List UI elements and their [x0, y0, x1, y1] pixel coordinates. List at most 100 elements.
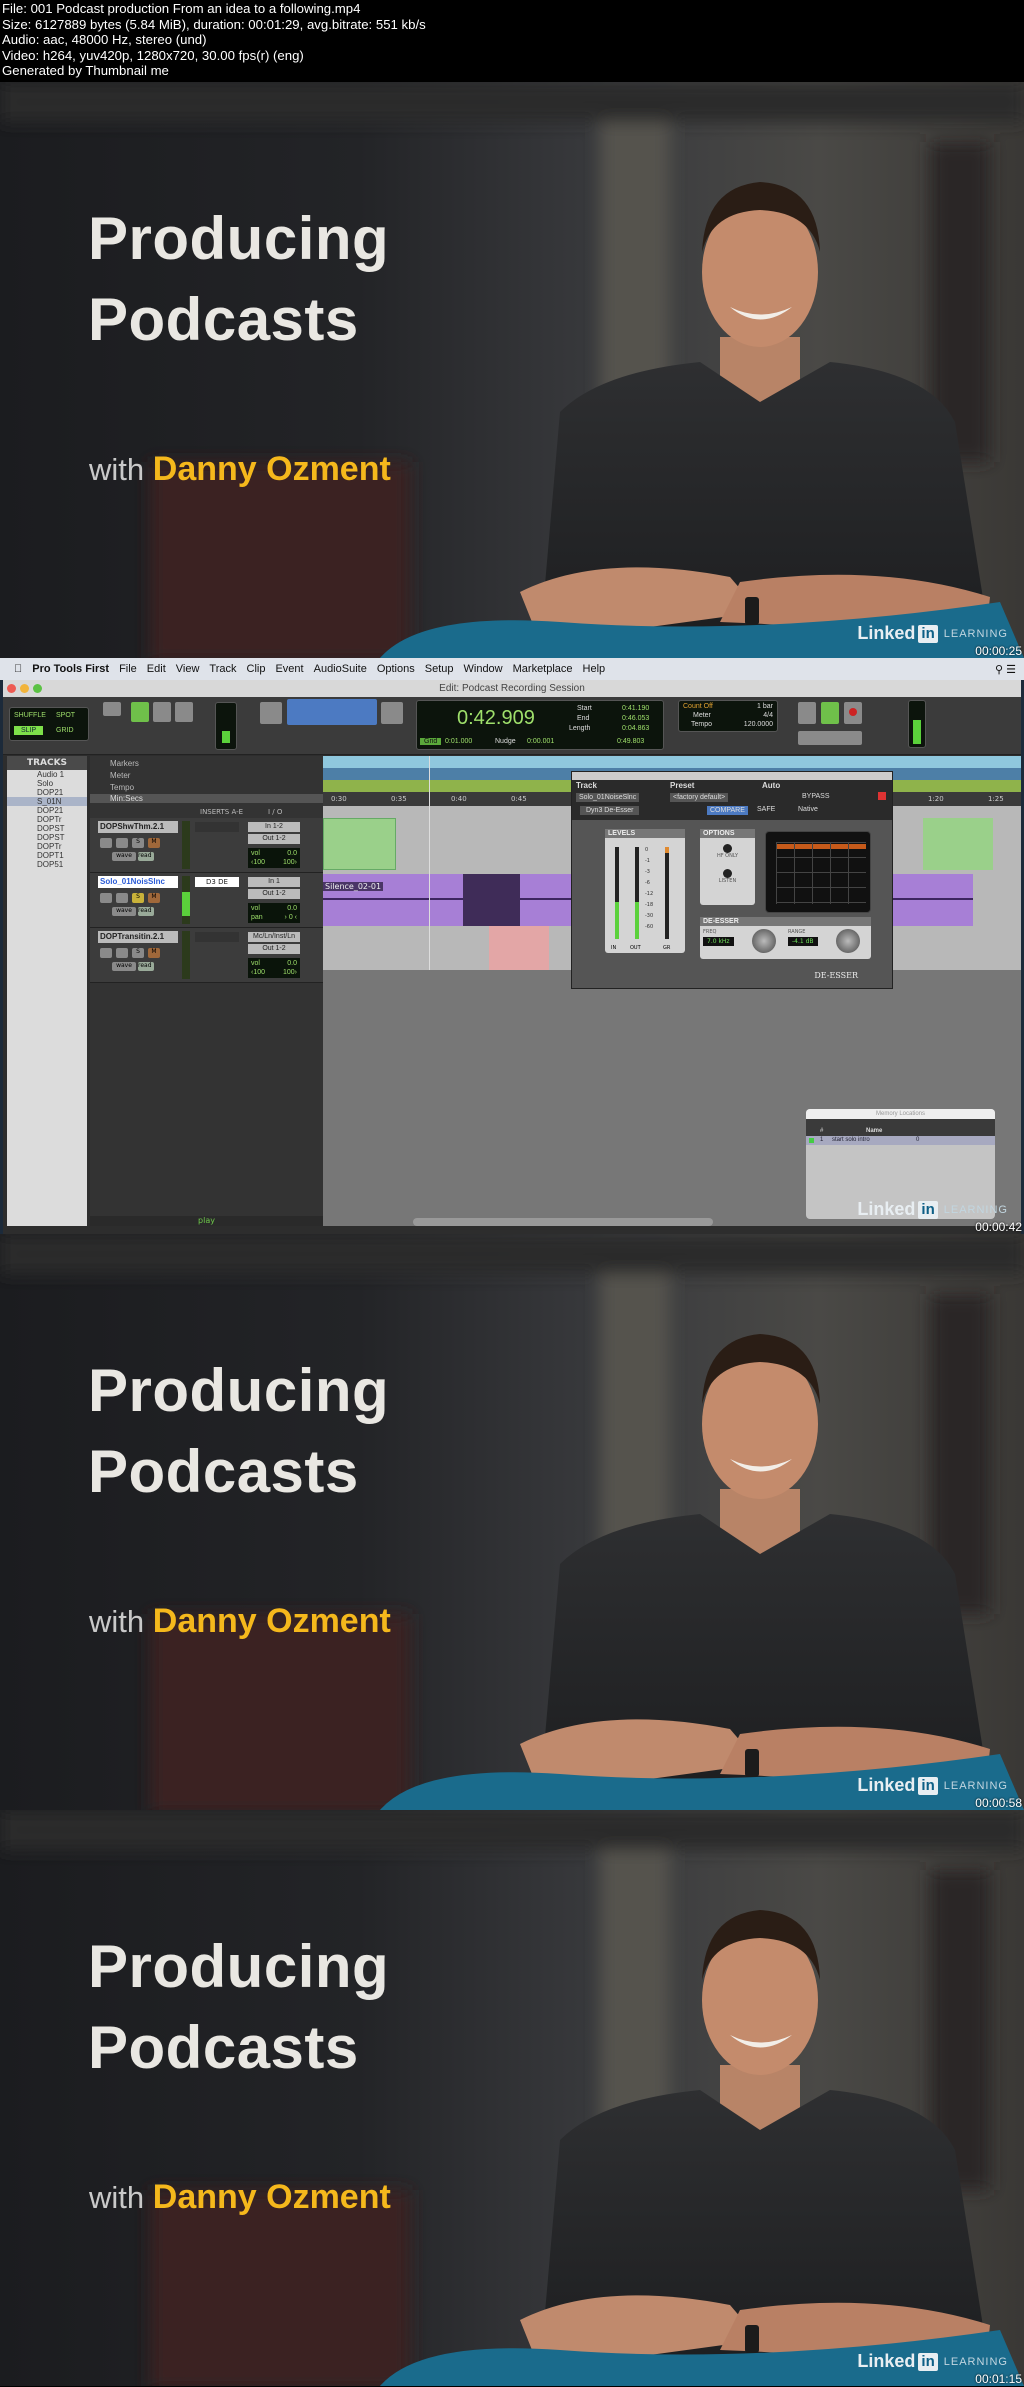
nudge-value[interactable]: 0:00.001	[527, 738, 554, 745]
memory-row[interactable]: 1 start solo intro 0	[806, 1136, 995, 1145]
track-name[interactable]: DOPTransitin.2.1	[98, 931, 178, 943]
track-list-item[interactable]: S_01N	[7, 797, 87, 806]
pan-left[interactable]: pan	[251, 914, 263, 921]
input-monitor-button[interactable]	[116, 838, 128, 848]
safe-button[interactable]: SAFE	[757, 806, 775, 813]
mode-spot[interactable]: SPOT	[56, 712, 75, 719]
down-arrow-button[interactable]	[153, 702, 171, 722]
audio-clip[interactable]	[923, 818, 993, 870]
view-selector[interactable]: wave	[112, 962, 136, 971]
native-button[interactable]: Native	[798, 806, 818, 813]
track-list-item[interactable]: Audio 1	[7, 770, 87, 779]
horizontal-scrollbar[interactable]	[413, 1218, 713, 1226]
menu-audiosuite[interactable]: AudioSuite	[314, 663, 367, 675]
track-list-item[interactable]: DOPST	[7, 833, 87, 842]
up-arrow-button[interactable]	[131, 702, 149, 722]
plugin-power-icon[interactable]	[878, 792, 886, 800]
menu-file[interactable]: File	[119, 663, 137, 675]
zoom-preset-button[interactable]	[103, 702, 121, 716]
pan-right[interactable]: › 0 ‹	[285, 913, 297, 922]
volume-pan-display[interactable]: vol 0.0 pan › 0 ‹	[248, 903, 300, 923]
track-list-item[interactable]: DOPT1	[7, 851, 87, 860]
transport-nav-buttons[interactable]	[798, 731, 862, 745]
automation-selector[interactable]: read	[138, 852, 154, 861]
menu-track[interactable]: Track	[209, 663, 236, 675]
record-enable-button[interactable]	[100, 838, 112, 848]
mute-button[interactable]: M	[148, 838, 160, 848]
count-off[interactable]: Count Off	[683, 703, 713, 710]
pencil-tool-icon[interactable]	[381, 702, 403, 724]
track-list-item[interactable]: DOP21	[7, 788, 87, 797]
vol-value[interactable]: 0.0	[287, 849, 297, 858]
grid-value[interactable]: 0:01.000	[445, 738, 472, 745]
audio-clip[interactable]	[323, 818, 396, 870]
input-selector[interactable]: In 1-2	[248, 822, 300, 832]
output-selector[interactable]: Out 1-2	[248, 889, 300, 899]
close-icon[interactable]	[7, 684, 16, 693]
menu-setup[interactable]: Setup	[425, 663, 454, 675]
volume-pan-display[interactable]: vol 0.0 ‹100 100›	[248, 958, 300, 978]
mute-button[interactable]: M	[148, 948, 160, 958]
compare-button[interactable]: COMPARE	[707, 806, 748, 815]
menu-app[interactable]: Pro Tools First	[32, 663, 109, 675]
menu-view[interactable]: View	[176, 663, 200, 675]
pan-right[interactable]: 100›	[283, 858, 297, 867]
length-value[interactable]: 0:04.863	[622, 725, 649, 732]
menu-window[interactable]: Window	[464, 663, 503, 675]
audio-clip-red[interactable]	[489, 926, 549, 970]
solo-button[interactable]: S	[132, 893, 144, 903]
zoomer-tool-icon[interactable]	[260, 702, 282, 724]
track-list-item[interactable]: DOPST	[7, 824, 87, 833]
freq-value[interactable]: 7.0 kHz	[703, 937, 734, 946]
automation-selector[interactable]: read	[138, 907, 154, 916]
apple-icon[interactable]: 	[14, 663, 22, 675]
vol-value[interactable]: 0.0	[287, 959, 297, 968]
menu-marketplace[interactable]: Marketplace	[513, 663, 573, 675]
stop-button[interactable]	[798, 702, 816, 724]
mute-button[interactable]: M	[148, 893, 160, 903]
preset-selector[interactable]: <factory default>	[670, 793, 729, 802]
output-selector[interactable]: Out 1-2	[248, 834, 300, 844]
bypass-button[interactable]: BYPASS	[802, 793, 830, 800]
view-selector[interactable]: wave	[112, 907, 136, 916]
record-button[interactable]	[844, 702, 862, 724]
mode-slip[interactable]: SLIP	[14, 726, 44, 735]
insert-slot[interactable]	[195, 932, 239, 942]
tempo-value[interactable]: 120.0000	[744, 721, 773, 728]
track-list-item[interactable]: Solo	[7, 779, 87, 788]
vol-value[interactable]: 0.0	[287, 904, 297, 913]
insert-slot[interactable]: D3 DE	[195, 877, 239, 887]
play-button[interactable]	[821, 702, 839, 724]
zoom-icon[interactable]	[33, 684, 42, 693]
input-selector[interactable]: Mc/Ln/Inst/Ln	[248, 932, 300, 942]
mode-shuffle[interactable]: SHUFFLE	[14, 712, 46, 719]
track-list-item[interactable]: DOP51	[7, 860, 87, 869]
solo-button[interactable]: S	[132, 838, 144, 848]
edit-tools-group[interactable]	[287, 699, 377, 725]
output-selector[interactable]: Out 1-2	[248, 944, 300, 954]
listen-toggle[interactable]	[723, 869, 732, 878]
mode-grid[interactable]: GRID	[56, 727, 74, 734]
menu-event[interactable]: Event	[275, 663, 303, 675]
pan-left[interactable]: ‹100	[251, 859, 265, 866]
pan-right[interactable]: 100›	[283, 968, 297, 977]
view-selector[interactable]: wave	[112, 852, 136, 861]
range-value[interactable]: -4.1 dB	[788, 937, 818, 946]
solo-button[interactable]: S	[132, 948, 144, 958]
minimize-icon[interactable]	[20, 684, 29, 693]
playhead[interactable]	[429, 756, 430, 970]
zoom-toggle-button[interactable]	[175, 702, 193, 722]
range-knob[interactable]	[836, 929, 860, 953]
grid-button[interactable]: Grid	[420, 738, 442, 745]
automation-selector[interactable]: read	[138, 962, 154, 971]
track-list-item[interactable]: DOPTr	[7, 815, 87, 824]
track-list-item[interactable]: DOPTr	[7, 842, 87, 851]
input-selector[interactable]: In 1	[248, 877, 300, 887]
menu-clip[interactable]: Clip	[247, 663, 266, 675]
menu-help[interactable]: Help	[583, 663, 606, 675]
menu-edit[interactable]: Edit	[147, 663, 166, 675]
track-list-item[interactable]: DOP21	[7, 806, 87, 815]
counter-value[interactable]: 0:42.909	[457, 707, 535, 730]
menu-options[interactable]: Options	[377, 663, 415, 675]
markers-ruler[interactable]	[323, 756, 1021, 768]
